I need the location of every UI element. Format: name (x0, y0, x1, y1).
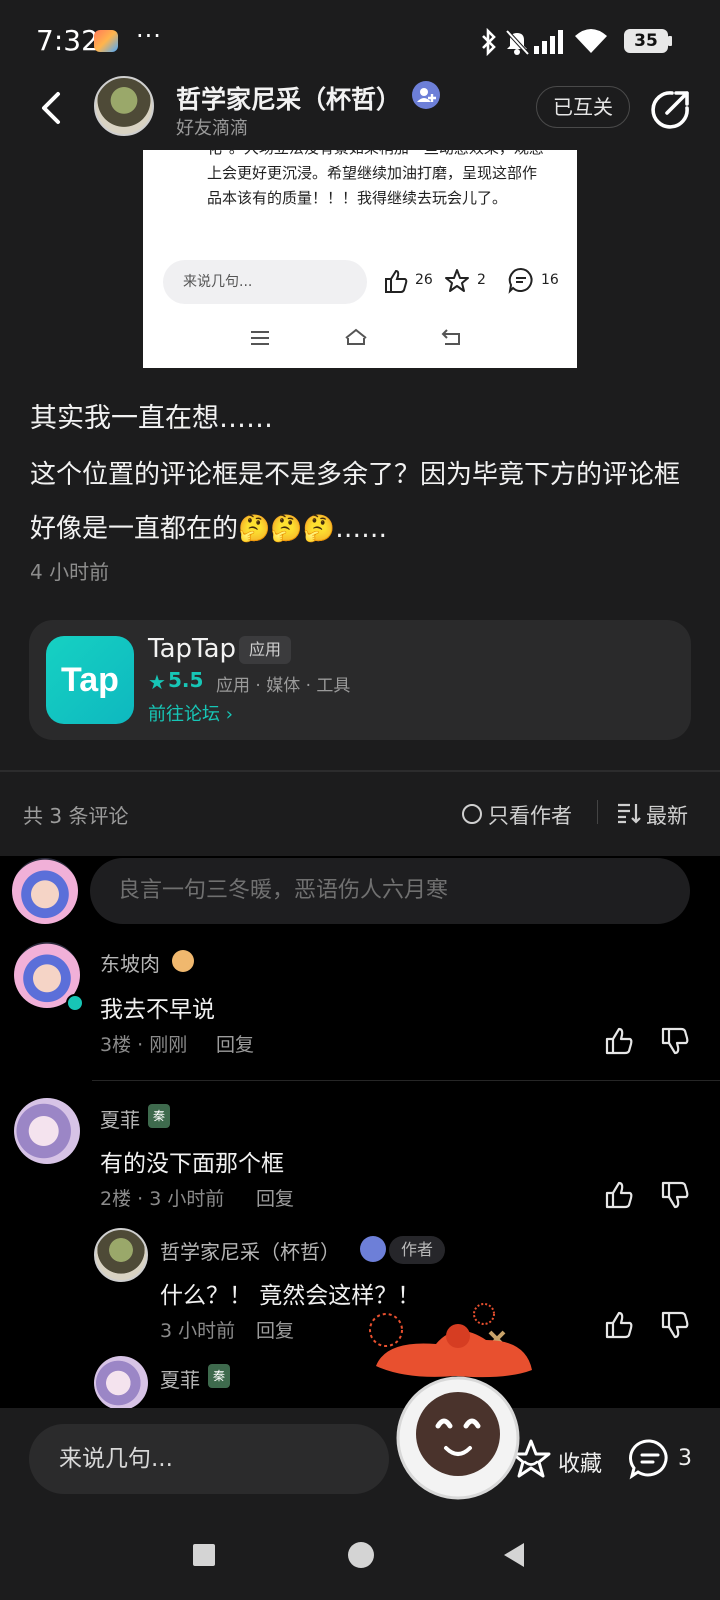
reply-button[interactable]: 回复 (256, 1184, 294, 1211)
reply-author-name[interactable]: 哲学家尼采（杯哲） (160, 1236, 340, 1265)
bottom-comment-input[interactable]: 来说几句... (29, 1424, 389, 1494)
share-icon[interactable] (650, 88, 692, 130)
embedded-like-count: 26 (415, 272, 433, 288)
home-circle-icon[interactable] (348, 1542, 374, 1568)
follow-status-button[interactable]: 已互关 (536, 86, 630, 128)
wifi-icon (575, 29, 607, 53)
game-app-icon (94, 30, 118, 52)
status-time: 7:32 (36, 24, 99, 57)
commenter-avatar[interactable] (14, 1098, 80, 1164)
embedded-review-text: 化"。大场立法没有景如果稍加一些动感效果，观感上会更好更沉浸。希望继续加油打磨，… (207, 150, 544, 207)
embedded-favorite-count: 2 (477, 272, 486, 288)
thumbs-up-icon[interactable] (604, 1026, 634, 1056)
author-name[interactable]: 哲学家尼采（杯哲） (176, 80, 401, 116)
app-rating: 5.5 (168, 668, 204, 692)
commenter-name[interactable]: 夏菲 (100, 1104, 140, 1133)
author-tag: 作者 (389, 1236, 446, 1264)
app-name[interactable]: TapTap (148, 634, 236, 664)
post-body-text: 这个位置的评论框是不是多余了？因为毕竟下方的评论框好像是一直都在的🤔🤔🤔…… (30, 460, 681, 544)
comment-meta: 3楼 · 刚刚 (100, 1034, 188, 1056)
signal-icon (534, 30, 563, 54)
comment-text: 我去不早说 (100, 997, 215, 1023)
comment-meta: 2楼 · 3 小时前 (100, 1188, 225, 1210)
radio-circle-icon[interactable] (462, 804, 482, 824)
embedded-comment-icon (508, 267, 533, 294)
thumbs-up-icon[interactable] (604, 1180, 634, 1210)
embedded-back-icon (441, 329, 460, 345)
post-image[interactable]: 化"。大场立法没有景如果稍加一些动感效果，观感上会更好更沉浸。希望继续加油打磨，… (143, 150, 577, 368)
thumbs-down-icon[interactable] (660, 1180, 690, 1210)
reply-button[interactable]: 回复 (216, 1030, 254, 1057)
comment-bubble-icon[interactable] (628, 1438, 672, 1480)
comment-input[interactable]: 良言一句三冬暖，恶语伤人六月寒 (90, 858, 690, 924)
thumbs-down-icon[interactable] (660, 1026, 690, 1056)
post-timestamp: 4 小时前 (30, 560, 110, 584)
reply-author-avatar[interactable] (94, 1228, 148, 1282)
sort-icon[interactable] (617, 802, 641, 824)
divider (597, 800, 598, 824)
comments-count: 共 3 条评论 (23, 804, 129, 828)
author-only-toggle[interactable]: 只看作者 (488, 800, 572, 830)
app-type-tag: 应用 (239, 636, 292, 664)
verified-check-icon (66, 994, 84, 1012)
thumbs-down-icon[interactable] (660, 1310, 690, 1340)
taptap-logo[interactable]: Tap (46, 636, 134, 724)
embedded-system-nav (143, 310, 577, 368)
author-subtitle: 好友滴滴 (176, 118, 248, 139)
app-categories: 应用 · 媒体 · 工具 (216, 676, 351, 696)
embedded-comment-input: 来说几句... (163, 260, 367, 304)
back-triangle-icon[interactable] (502, 1541, 526, 1569)
reply-author-avatar[interactable] (94, 1356, 148, 1410)
my-avatar (12, 858, 78, 924)
reply-author-name[interactable]: 夏菲 (160, 1364, 200, 1393)
embedded-comment-count: 16 (541, 272, 559, 288)
back-arrow-icon[interactable] (32, 88, 72, 128)
level-badge-icon: 秦 (148, 1104, 170, 1128)
favorite-label[interactable]: 收藏 (558, 1446, 602, 1478)
more-notifications-icon: ··· (136, 22, 162, 50)
comment-count[interactable]: 3 (678, 1446, 692, 1471)
embedded-star-icon (445, 269, 469, 292)
comment-divider (92, 1080, 720, 1081)
level-badge-icon: 秦 (208, 1364, 230, 1388)
creator-badge-icon (360, 1236, 386, 1262)
author-avatar[interactable] (94, 76, 154, 136)
creator-badge-icon (412, 81, 440, 109)
star-icon: ★ (148, 670, 166, 694)
commenter-name[interactable]: 东坡肉 (100, 948, 160, 977)
mascot-sticker[interactable] (366, 1300, 556, 1500)
bluetooth-icon (482, 28, 496, 56)
user-badge-icon (172, 950, 194, 972)
embedded-like-icon (385, 269, 408, 293)
thumbs-up-icon[interactable] (604, 1310, 634, 1340)
mute-icon (505, 29, 530, 56)
post-title-line: 其实我一直在想…… (30, 403, 273, 434)
embedded-home-icon (345, 328, 367, 345)
section-divider (0, 770, 720, 772)
battery-tip (668, 36, 672, 46)
comment-text: 有的没下面那个框 (100, 1151, 284, 1177)
embedded-menu-icon (251, 331, 269, 345)
reply-meta: 3 小时前 (160, 1320, 236, 1342)
reply-button[interactable]: 回复 (256, 1316, 294, 1343)
battery-indicator: 35 (624, 29, 668, 53)
forum-link[interactable]: 前往论坛 › (148, 700, 233, 726)
recents-square-icon[interactable] (193, 1544, 215, 1566)
sort-button[interactable]: 最新 (646, 800, 688, 830)
